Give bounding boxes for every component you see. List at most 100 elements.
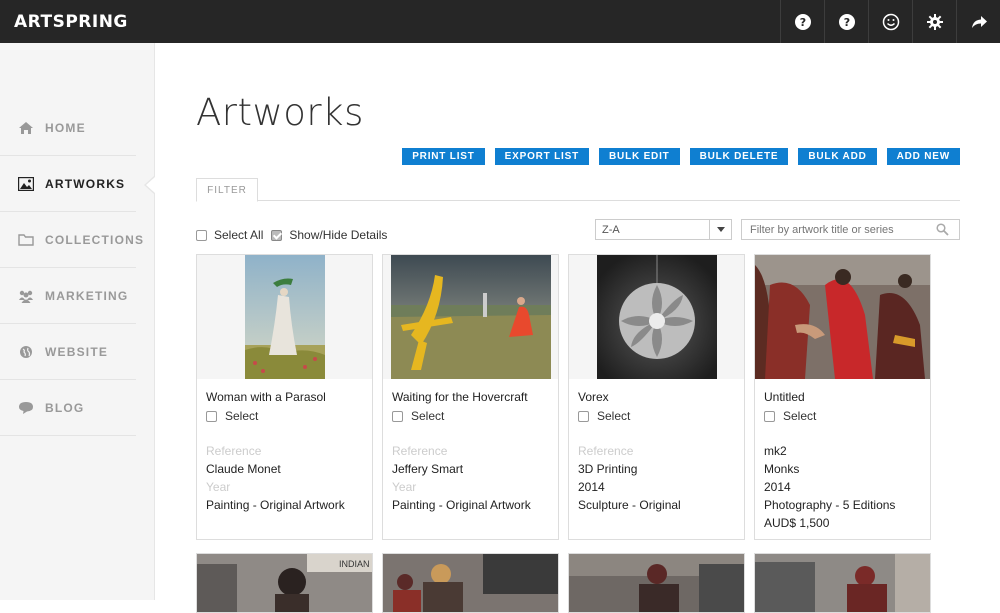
artwork-year: 2014: [578, 480, 605, 494]
filter-input[interactable]: [741, 219, 960, 240]
chevron-down-icon[interactable]: [709, 220, 731, 239]
artwork-image: INDIAN: [197, 554, 372, 612]
show-hide-details-checkbox[interactable]: [271, 229, 283, 241]
year-label: Year: [206, 480, 231, 494]
sidebar-item-label: ARTWORKS: [45, 176, 126, 191]
svg-text:?: ?: [799, 16, 805, 29]
artwork-select-checkbox[interactable]: [206, 410, 217, 422]
artwork-price: AUD$ 1,500: [764, 516, 830, 530]
action-toolbar: PRINT LIST EXPORT LIST BULK EDIT BULK DE…: [402, 148, 960, 165]
print-list-button[interactable]: PRINT LIST: [402, 148, 485, 165]
artwork-card[interactable]: Waiting for the Hovercraft Select Refere…: [382, 254, 559, 540]
bulk-delete-button[interactable]: BULK DELETE: [689, 148, 789, 165]
artwork-image: [755, 554, 930, 612]
bulk-edit-button[interactable]: BULK EDIT: [599, 148, 680, 165]
page-title: Artworks: [196, 91, 364, 134]
users-icon: [18, 289, 34, 303]
export-list-button[interactable]: EXPORT LIST: [494, 148, 590, 165]
artwork-thumbnail[interactable]: [197, 255, 372, 379]
search-icon[interactable]: [936, 223, 949, 236]
list-controls: Select All Show/Hide Details: [196, 228, 395, 242]
artwork-select-checkbox[interactable]: [764, 410, 775, 422]
artwork-select-label: Select: [597, 409, 631, 423]
artwork-card[interactable]: Woman with a Parasol Select Reference Cl…: [196, 254, 373, 540]
artwork-reference: mk2: [764, 444, 787, 458]
artwork-medium: Photography - 5 Editions: [764, 498, 896, 512]
artwork-select-checkbox[interactable]: [578, 410, 589, 422]
tab-filter[interactable]: FILTER: [196, 178, 258, 202]
globe-icon: [18, 345, 34, 359]
sidebar-item-marketing[interactable]: MARKETING: [0, 268, 136, 324]
artwork-select[interactable]: Select: [392, 409, 444, 423]
artwork-title[interactable]: Woman with a Parasol: [206, 390, 326, 404]
artwork-card[interactable]: [382, 553, 559, 613]
help-icon[interactable]: ?: [824, 0, 868, 43]
artist-name: Claude Monet: [206, 462, 281, 476]
artwork-select[interactable]: Select: [764, 409, 816, 423]
sidebar: HOME ARTWORKS COLLECTIONS MARKETING WEBS…: [0, 43, 155, 600]
sidebar-nav: HOME ARTWORKS COLLECTIONS MARKETING WEBS…: [0, 100, 155, 436]
active-indicator: [146, 177, 155, 193]
artist-name: Monks: [764, 462, 800, 476]
sidebar-item-website[interactable]: WEBSITE: [0, 324, 136, 380]
artwork-card[interactable]: [568, 553, 745, 613]
sort-value: Z-A: [602, 223, 620, 236]
sort-select[interactable]: Z-A: [595, 219, 732, 240]
sidebar-item-artworks[interactable]: ARTWORKS: [0, 156, 155, 212]
show-hide-details-control[interactable]: Show/Hide Details: [271, 228, 387, 242]
artwork-image: [244, 255, 325, 379]
sidebar-item-blog[interactable]: BLOG: [0, 380, 136, 436]
artwork-select[interactable]: Select: [578, 409, 630, 423]
sidebar-item-home[interactable]: HOME: [0, 100, 136, 156]
bulk-add-button[interactable]: BULK ADD: [798, 148, 877, 165]
reference-label: Reference: [206, 444, 262, 458]
artwork-card[interactable]: INDIAN: [196, 553, 373, 613]
add-new-button[interactable]: ADD NEW: [886, 148, 960, 165]
artwork-image: [569, 554, 744, 612]
show-hide-details-label: Show/Hide Details: [289, 228, 388, 242]
artwork-card[interactable]: [754, 553, 931, 613]
svg-text:?: ?: [843, 16, 849, 29]
artwork-medium: Sculpture - Original: [578, 498, 681, 512]
home-icon: [18, 121, 34, 135]
artwork-title[interactable]: Untitled: [764, 390, 805, 404]
share-arrow-icon[interactable]: [956, 0, 1000, 43]
artwork-image: [596, 255, 717, 379]
artwork-medium: Painting - Original Artwork: [392, 498, 531, 512]
artist-name: 3D Printing: [578, 462, 638, 476]
help-icon[interactable]: ?: [780, 0, 824, 43]
select-all-label: Select All: [214, 228, 264, 242]
top-icons: ? ?: [780, 0, 1000, 43]
select-all-control[interactable]: Select All: [196, 228, 263, 242]
app-logo[interactable]: ARTSPRING: [14, 12, 128, 32]
image-icon: [18, 176, 34, 191]
reference-label: Reference: [578, 444, 634, 458]
artwork-thumbnail[interactable]: [755, 255, 930, 379]
artwork-select-label: Select: [411, 409, 445, 423]
artwork-title[interactable]: Vorex: [578, 390, 609, 404]
sidebar-item-collections[interactable]: COLLECTIONS: [0, 212, 143, 268]
artwork-image: [390, 255, 551, 379]
gear-icon[interactable]: [912, 0, 956, 43]
reference-label: Reference: [392, 444, 448, 458]
tab-bar: FILTER: [196, 178, 960, 202]
sidebar-item-label: COLLECTIONS: [45, 232, 145, 247]
artwork-select-label: Select: [783, 409, 817, 423]
artwork-card[interactable]: Untitled Select mk2 Monks 2014 Photograp…: [754, 254, 931, 540]
artwork-select-checkbox[interactable]: [392, 410, 403, 422]
sidebar-item-label: WEBSITE: [45, 344, 109, 359]
sidebar-item-label: MARKETING: [45, 288, 129, 303]
artist-name: Jeffery Smart: [392, 462, 464, 476]
artwork-year: 2014: [764, 480, 791, 494]
folder-icon: [18, 233, 34, 247]
sidebar-item-label: HOME: [45, 120, 86, 135]
select-all-checkbox[interactable]: [196, 229, 207, 241]
artwork-card[interactable]: Vorex Select Reference 3D Printing 2014 …: [568, 254, 745, 540]
artwork-title[interactable]: Waiting for the Hovercraft: [392, 390, 528, 404]
artwork-select[interactable]: Select: [206, 409, 258, 423]
sign-text: INDIAN: [339, 559, 370, 569]
artwork-thumbnail[interactable]: [383, 255, 558, 379]
main-content: Artworks PRINT LIST EXPORT LIST BULK EDI…: [156, 43, 1000, 613]
artwork-thumbnail[interactable]: [569, 255, 744, 379]
smiley-icon[interactable]: [868, 0, 912, 43]
